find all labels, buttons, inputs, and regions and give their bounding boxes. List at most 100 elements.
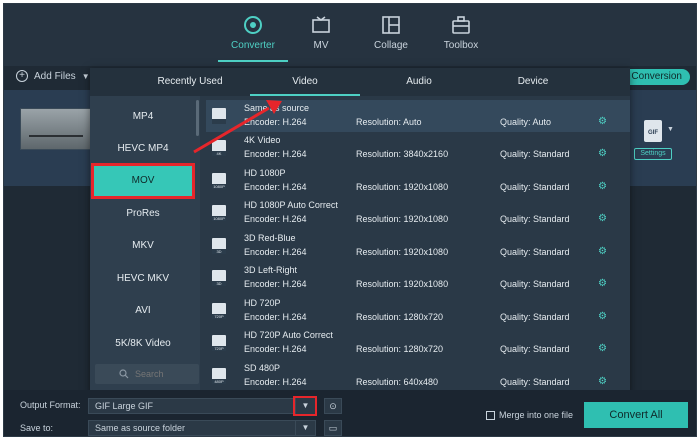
popup-tabs: Recently Used Video Audio Device <box>90 68 630 96</box>
gear-icon[interactable]: ⚙ <box>598 181 607 192</box>
preset-resolution: Resolution: 1920x1080 <box>356 214 449 224</box>
tab-device[interactable]: Device <box>478 68 588 96</box>
converter-icon <box>244 16 262 34</box>
preset-icon: 4K <box>212 140 226 156</box>
toolbox-icon <box>452 16 470 34</box>
preset-icon: 3D <box>212 238 226 254</box>
preset-encoder: Encoder: H.264 <box>244 214 307 224</box>
tab-video[interactable]: Video <box>250 68 360 96</box>
preset-quality: Quality: Auto <box>500 117 552 127</box>
gear-icon[interactable]: ⚙ <box>598 278 607 289</box>
preset-name: 3D Red-Blue <box>244 233 296 243</box>
preset-encoder: Encoder: H.264 <box>244 312 307 322</box>
tab-recently-used[interactable]: Recently Used <box>130 68 250 96</box>
format-item-mkv[interactable]: MKV <box>94 231 192 261</box>
scrollbar[interactable] <box>196 100 199 136</box>
merge-label: Merge into one file <box>499 410 574 420</box>
output-format-value: GIF Large GIF <box>95 401 154 411</box>
preset-quality: Quality: Standard <box>500 247 570 257</box>
format-item-avi[interactable]: AVI <box>94 296 192 326</box>
format-item-5k-8k[interactable]: 5K/8K Video <box>94 329 192 359</box>
format-settings-icon[interactable]: ⊙ <box>324 398 342 414</box>
gear-icon[interactable]: ⚙ <box>598 148 607 159</box>
settings-button[interactable]: Settings <box>634 148 672 160</box>
chevron-down-icon[interactable]: ▼ <box>293 396 317 416</box>
chevron-down-icon[interactable]: ▼ <box>295 420 315 436</box>
format-item-mp4[interactable]: MP4 <box>94 102 192 132</box>
active-tab-indicator <box>218 60 288 62</box>
checkbox[interactable] <box>486 410 495 420</box>
preset-name: 4K Video <box>244 135 281 145</box>
convert-all-button[interactable]: Convert All <box>584 402 688 428</box>
search-input[interactable] <box>135 369 175 379</box>
nav-mv[interactable]: MV <box>286 14 356 51</box>
plus-icon: + <box>16 70 28 82</box>
nav-label: MV <box>313 40 329 51</box>
format-item-hevc-mkv[interactable]: HEVC MKV <box>94 264 192 294</box>
format-item-mov[interactable]: MOV <box>91 163 195 199</box>
preset-encoder: Encoder: H.264 <box>244 344 307 354</box>
preset-icon: 480P <box>212 368 226 384</box>
gear-icon[interactable]: ⚙ <box>598 246 607 257</box>
preset-row[interactable]: 3D 3D Left-Right Encoder: H.264 Resoluti… <box>206 262 630 294</box>
preset-quality: Quality: Standard <box>500 344 570 354</box>
preset-icon: 720P <box>212 303 226 319</box>
tab-audio[interactable]: Audio <box>364 68 474 96</box>
preset-quality: Quality: Standard <box>500 149 570 159</box>
preset-row[interactable]: 1080P HD 1080P Auto Correct Encoder: H.2… <box>206 197 630 229</box>
preset-list: Same as source Encoder: H.264 Resolution… <box>206 96 630 394</box>
preset-encoder: Encoder: H.264 <box>244 149 307 159</box>
gear-icon[interactable]: ⚙ <box>598 376 607 387</box>
gear-icon[interactable]: ⚙ <box>598 116 607 127</box>
preset-resolution: Resolution: 1280x720 <box>356 344 444 354</box>
preset-encoder: Encoder: H.264 <box>244 377 307 387</box>
format-search[interactable] <box>95 364 199 384</box>
preset-name: HD 720P <box>244 298 281 308</box>
preset-row[interactable]: 3D 3D Red-Blue Encoder: H.264 Resolution… <box>206 230 630 262</box>
gear-icon[interactable]: ⚙ <box>598 213 607 224</box>
gear-icon[interactable]: ⚙ <box>598 311 607 322</box>
nav-converter[interactable]: Converter <box>218 14 288 51</box>
chevron-down-icon[interactable]: ▼ <box>667 126 674 133</box>
preset-row[interactable]: Same as source Encoder: H.264 Resolution… <box>206 100 630 132</box>
preset-name: SD 480P <box>244 363 281 373</box>
output-format-badge[interactable]: GIF <box>644 120 662 142</box>
output-format-select[interactable]: GIF Large GIF ▼ <box>88 396 317 416</box>
preset-resolution: Resolution: 3840x2160 <box>356 149 449 159</box>
preset-encoder: Encoder: H.264 <box>244 247 307 257</box>
format-popup: Recently Used Video Audio Device MP4 HEV… <box>90 68 630 394</box>
search-icon <box>119 369 129 379</box>
preset-quality: Quality: Standard <box>500 312 570 322</box>
format-item-prores[interactable]: ProRes <box>94 199 192 229</box>
preset-name: HD 1080P Auto Correct <box>244 200 338 210</box>
format-item-hevc-mp4[interactable]: HEVC MP4 <box>94 134 192 164</box>
add-files-label: Add Files <box>34 70 76 82</box>
preset-row[interactable]: 720P HD 720P Encoder: H.264 Resolution: … <box>206 295 630 327</box>
nav-label: Collage <box>374 40 408 51</box>
preset-resolution: Resolution: 640x480 <box>356 377 439 387</box>
preset-name: 3D Left-Right <box>244 265 298 275</box>
nav-collage[interactable]: Collage <box>356 14 426 51</box>
save-to-select[interactable]: Same as source folder ▼ <box>88 420 316 436</box>
preset-icon: 1080P <box>212 173 226 189</box>
preset-row[interactable]: 1080P HD 1080P Encoder: H.264 Resolution… <box>206 165 630 197</box>
preset-quality: Quality: Standard <box>500 377 570 387</box>
merge-checkbox[interactable]: Merge into one file <box>486 410 573 420</box>
preset-row[interactable]: 720P HD 720P Auto Correct Encoder: H.264… <box>206 327 630 359</box>
save-to-label: Save to: <box>20 423 54 433</box>
folder-icon[interactable]: ▭ <box>324 420 342 436</box>
preset-encoder: Encoder: H.264 <box>244 279 307 289</box>
nav-label: Converter <box>231 40 275 51</box>
bottom-bar: Output Format: GIF Large GIF ▼ ⊙ Save to… <box>4 390 696 436</box>
chevron-down-icon[interactable]: ▼ <box>82 72 90 81</box>
collage-icon <box>382 16 400 34</box>
preset-resolution: Resolution: Auto <box>356 117 422 127</box>
add-files-button[interactable]: + Add Files ▼ <box>16 70 90 82</box>
video-thumbnail[interactable] <box>20 108 92 150</box>
nav-toolbox[interactable]: Toolbox <box>426 14 496 51</box>
gear-icon[interactable]: ⚙ <box>598 343 607 354</box>
preset-row[interactable]: 4K 4K Video Encoder: H.264 Resolution: 3… <box>206 132 630 164</box>
preset-row[interactable]: 480P SD 480P Encoder: H.264 Resolution: … <box>206 360 630 392</box>
preset-name: HD 720P Auto Correct <box>244 330 333 340</box>
format-list: MP4 HEVC MP4 MOV ProRes MKV HEVC MKV AVI… <box>90 96 200 394</box>
